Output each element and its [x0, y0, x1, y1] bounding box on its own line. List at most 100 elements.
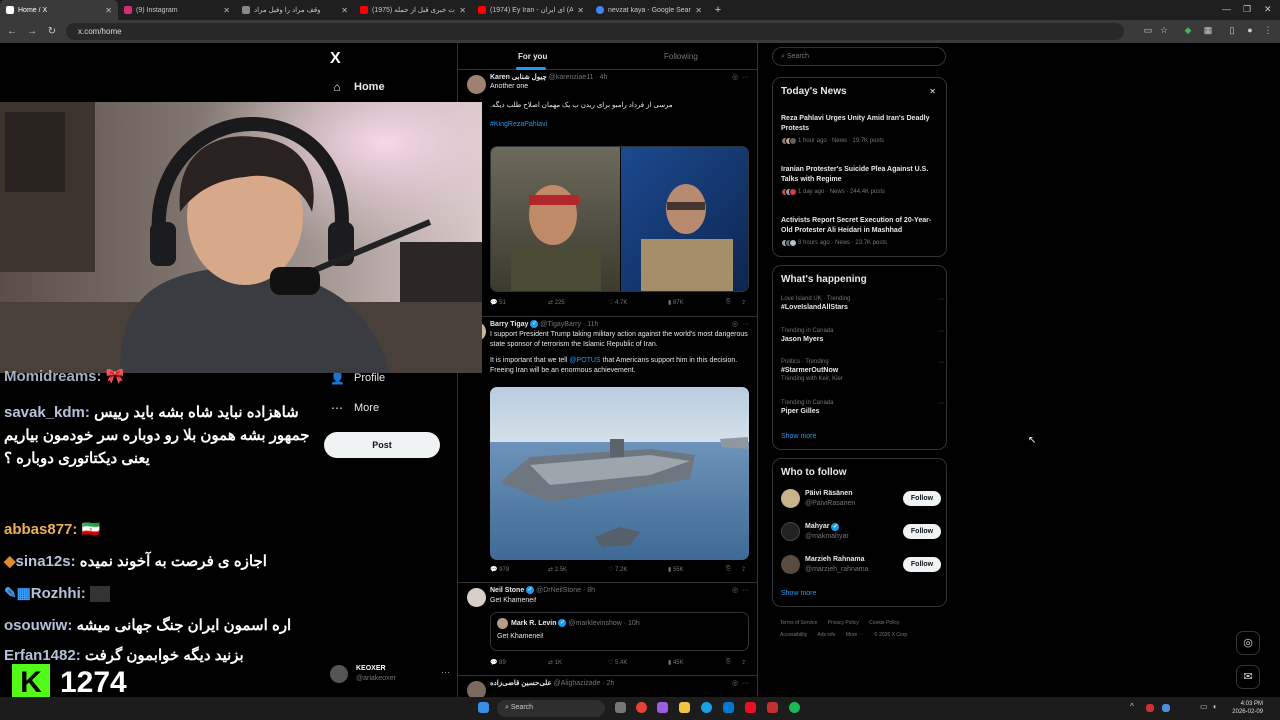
close-tab-icon[interactable]: ✕ — [577, 6, 584, 15]
sidebar-icon[interactable]: ▯ — [1226, 25, 1238, 37]
like-button[interactable]: ♡ 7.2K — [608, 566, 627, 573]
grok-icon[interactable]: ◎ — [732, 587, 738, 594]
news-item[interactable]: Activists Report Secret Execution of 20-… — [781, 216, 941, 247]
repost-button[interactable]: ⇄ 1K — [548, 659, 562, 666]
tab-for-you[interactable]: For you — [518, 52, 547, 61]
avatar[interactable] — [467, 588, 486, 607]
views-button[interactable]: ▮ 45K — [668, 659, 684, 666]
mention-link[interactable]: @POTUS — [569, 357, 600, 364]
back-icon[interactable]: ← — [4, 26, 20, 37]
footer-link[interactable]: Accessibility — [780, 632, 807, 638]
share-icon[interactable]: ⇪ — [741, 659, 746, 666]
browser-tab[interactable]: nevzat kaya - Google Search ✕ — [590, 0, 708, 20]
extensions-puzzle-icon[interactable]: ▦ — [1202, 25, 1214, 37]
more-icon[interactable]: ··· — [742, 321, 749, 328]
hashtag-link[interactable]: #KingRezaPahlavi — [490, 120, 752, 130]
news-item[interactable]: Iranian Protester's Suicide Plea Against… — [781, 165, 941, 196]
avatar[interactable] — [467, 681, 486, 697]
more-icon[interactable]: ··· — [938, 359, 945, 366]
edge-icon[interactable] — [701, 702, 712, 713]
more-icon[interactable]: ··· — [938, 400, 945, 407]
tweet-media[interactable] — [490, 146, 749, 292]
more-icon[interactable]: ··· — [938, 328, 945, 335]
nav-item-home[interactable]: ⌂ Home — [330, 80, 384, 94]
bookmark-icon[interactable]: ⎘ — [726, 566, 731, 573]
trend-item[interactable]: Politics · Trending #StarmerOutNow Trend… — [781, 359, 945, 382]
author-name[interactable]: Karen چیول شنابی — [490, 74, 547, 81]
follow-button[interactable]: Follow — [903, 491, 941, 506]
like-button[interactable]: ♡ 4.7K — [608, 299, 627, 306]
close-window-icon[interactable]: ✕ — [1264, 4, 1272, 15]
x-logo-icon[interactable]: X — [330, 50, 341, 68]
follow-button[interactable]: Follow — [903, 557, 941, 572]
follow-suggestion[interactable]: Päivi Räsänen @PaiviRasanen Follow — [781, 489, 941, 511]
browser-tab[interactable]: (9) Instagram ✕ — [118, 0, 236, 20]
share-icon[interactable]: ⇪ — [741, 566, 746, 573]
more-icon[interactable]: ··· — [742, 74, 749, 81]
maximize-icon[interactable]: ❐ — [1243, 4, 1251, 15]
system-clock[interactable]: 4:03 PM 2026-02-09 — [1227, 700, 1263, 716]
follow-button[interactable]: Follow — [903, 524, 941, 539]
close-tab-icon[interactable]: ✕ — [695, 6, 702, 15]
cast-icon[interactable]: ▭ — [1142, 25, 1154, 37]
close-icon[interactable]: ✕ — [929, 87, 936, 96]
taskbar-search[interactable]: ⌕ Search — [497, 700, 605, 717]
footer-link[interactable]: Terms of Service — [780, 620, 817, 626]
browser-tab[interactable]: (1974) Ey Iran - ای ایران (Arash✕ — [472, 0, 590, 20]
reply-button[interactable]: 💬 51 — [490, 299, 506, 306]
start-icon[interactable] — [478, 702, 489, 713]
url-field[interactable]: x.com/home — [66, 23, 1124, 40]
follow-suggestion[interactable]: Mahyar ✓ @makmahyar Follow — [781, 522, 941, 544]
author-name[interactable]: Neil Stone — [490, 587, 524, 594]
nav-item-more[interactable]: ⋯ More — [330, 401, 379, 415]
new-tab-button[interactable]: + — [708, 4, 728, 16]
grok-icon[interactable]: ◎ — [732, 74, 738, 81]
forward-icon[interactable]: → — [24, 26, 40, 37]
close-tab-icon[interactable]: ✕ — [105, 6, 112, 15]
tweet[interactable]: علی‌حسین قاضی‌زاده @Alighazizade · 2h ◎ … — [458, 676, 758, 697]
close-tab-icon[interactable]: ✕ — [459, 6, 466, 15]
volume-icon[interactable]: ◖ — [1212, 702, 1217, 711]
spotify-icon[interactable] — [789, 702, 800, 713]
more-icon[interactable]: ··· — [938, 296, 945, 303]
trend-item[interactable]: Love Island UK · Trending #LoveIslandAll… — [781, 296, 945, 311]
close-tab-icon[interactable]: ✕ — [223, 6, 230, 15]
tray-chevron-icon[interactable]: ^ — [1130, 702, 1134, 711]
chrome-icon[interactable] — [636, 702, 647, 713]
menu-kebab-icon[interactable]: ⋮ — [1262, 25, 1274, 37]
reply-button[interactable]: 💬 978 — [490, 566, 509, 573]
views-button[interactable]: ▮ 87K — [668, 299, 684, 306]
tab-following[interactable]: Following — [664, 52, 698, 61]
bookmark-icon[interactable]: ⎘ — [726, 659, 731, 666]
minimize-icon[interactable]: — — [1222, 4, 1231, 14]
extension-icon[interactable]: ◆ — [1182, 25, 1194, 37]
browser-tab[interactable]: (1975) سکوت خبری قبل از حمله/ ✕ — [354, 0, 472, 20]
close-tab-icon[interactable]: ✕ — [341, 6, 348, 15]
trend-item[interactable]: Trending in Canada Piper Gilles ··· — [781, 400, 945, 415]
footer-link[interactable]: Privacy Policy — [828, 620, 859, 626]
task-view-icon[interactable] — [615, 702, 626, 713]
show-more-link[interactable]: Show more — [781, 433, 816, 440]
mail-icon[interactable] — [723, 702, 734, 713]
network-icon[interactable]: ▭ — [1200, 702, 1208, 711]
nav-item-profile[interactable]: 👤 Profile — [330, 371, 385, 385]
footer-link[interactable]: Cookie Policy — [869, 620, 899, 626]
tweet[interactable]: Karen چیول شنابی @karenziae11 · 4h ◎ ···… — [458, 70, 758, 317]
reply-button[interactable]: 💬 89 — [490, 659, 506, 666]
search-input[interactable]: ⌕ Search — [772, 47, 946, 66]
browser-tab[interactable]: Home / X ✕ — [0, 0, 118, 20]
tray-icon[interactable] — [1146, 704, 1154, 712]
more-icon[interactable]: ··· — [742, 680, 749, 687]
bookmark-icon[interactable]: ⎘ — [726, 299, 731, 306]
file-explorer-icon[interactable] — [679, 702, 690, 713]
tweet[interactable]: Barry Tigay ✓ @TigayBarry · 11h ◎ ··· I … — [458, 317, 758, 583]
quoted-tweet[interactable]: Mark R. Levin ✓ @marklevinshow · 10h Get… — [490, 612, 749, 651]
tweet-media[interactable] — [490, 387, 749, 560]
reload-icon[interactable]: ↻ — [44, 26, 60, 37]
browser-tab[interactable]: وقف مراد را وفیل مراد ✕ — [236, 0, 354, 20]
repost-button[interactable]: ⇄ 225 — [548, 299, 565, 306]
bookmark-star-icon[interactable]: ☆ — [1158, 25, 1170, 37]
author-name[interactable]: علی‌حسین قاضی‌زاده — [490, 680, 552, 687]
follow-suggestion[interactable]: Marzieh Rahnama @marzieh_rahnama Follow — [781, 555, 941, 577]
news-item[interactable]: Reza Pahlavi Urges Unity Amid Iran's Dea… — [781, 114, 941, 145]
